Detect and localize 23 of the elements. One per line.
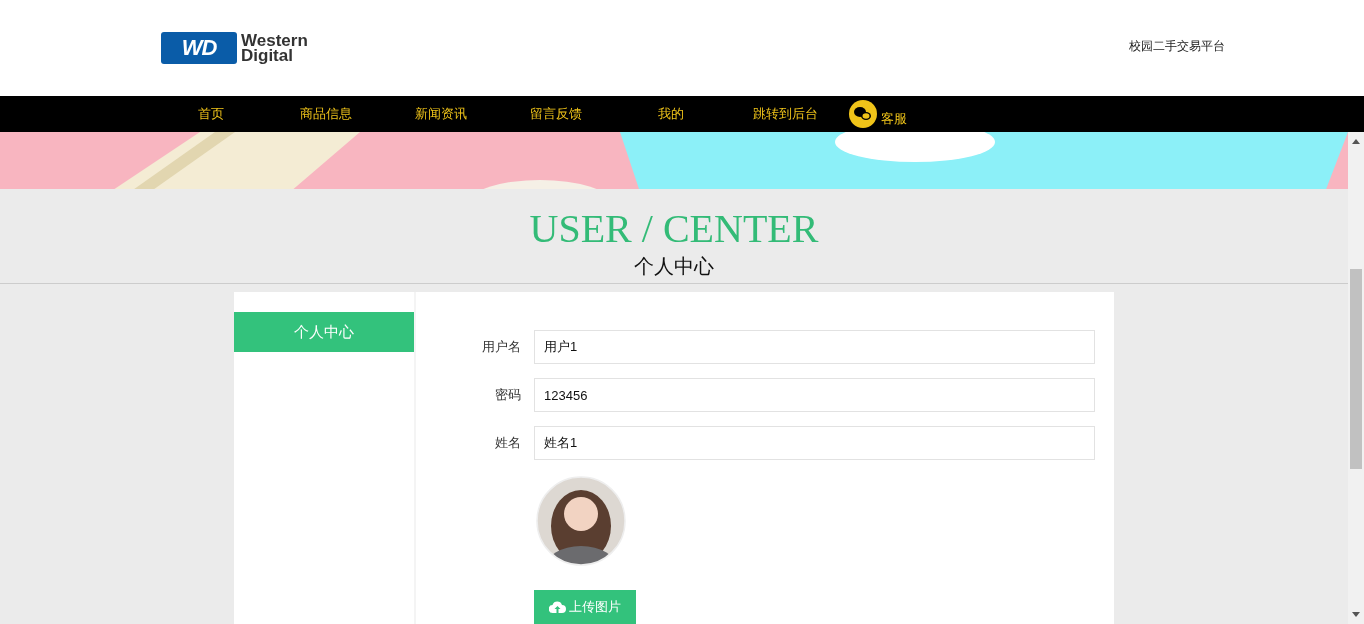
input-field[interactable]: 用户1 (534, 330, 1095, 364)
scroll-down-icon[interactable] (1352, 612, 1360, 617)
field-label: 姓名 (494, 434, 522, 452)
nav-link[interactable]: 留言反馈 (498, 105, 613, 123)
field-label: 用户名 (481, 338, 522, 356)
nav-link[interactable]: 我的 (613, 105, 728, 123)
cloud-upload-icon (549, 600, 566, 614)
nav-link[interactable]: 新闻资讯 (383, 105, 498, 123)
logo-text: Western (241, 33, 308, 48)
site-name: 校园二手交易平台 (1129, 37, 1225, 55)
nav-link[interactable]: 跳转到后台 (728, 105, 843, 123)
nav-link[interactable]: 客服 (849, 104, 907, 128)
scrollbar-thumb[interactable] (1350, 269, 1362, 469)
nav-link[interactable]: 商品信息 (268, 105, 383, 123)
field-label: 密码 (494, 386, 522, 404)
input-field[interactable]: 123456 (534, 378, 1095, 412)
input-field[interactable]: 姓名1 (534, 426, 1095, 460)
section-title: USER / CENTER (528, 205, 820, 252)
scroll-up-icon[interactable] (1352, 139, 1360, 144)
nav-link[interactable]: 首页 (153, 105, 268, 123)
chat-bubbles-icon (849, 100, 877, 128)
logo-text: Digital (241, 48, 294, 63)
logo-mark: WD (161, 32, 237, 64)
